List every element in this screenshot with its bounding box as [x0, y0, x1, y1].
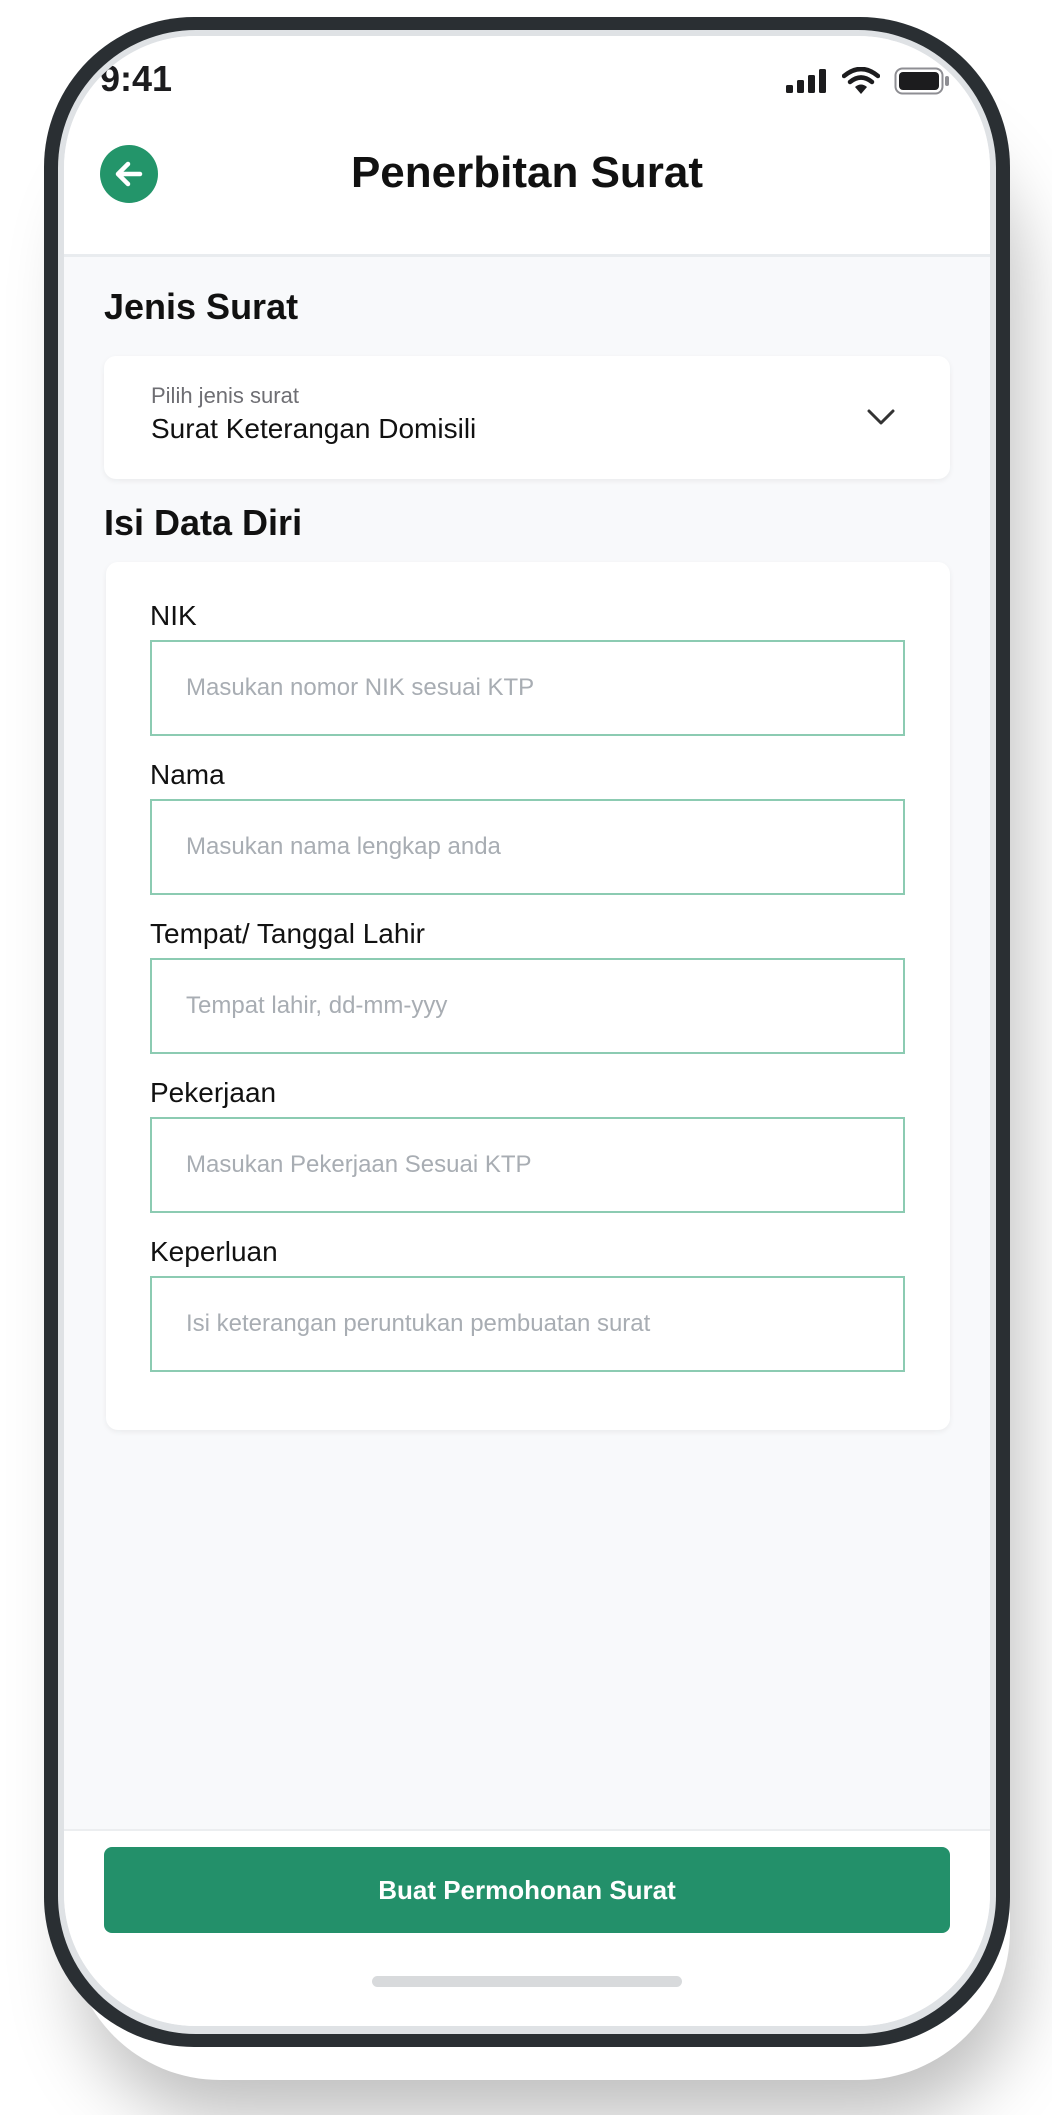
letter-type-select[interactable]: Pilih jenis surat Surat Keterangan Domis…: [104, 356, 950, 479]
pekerjaan-input[interactable]: [150, 1117, 905, 1213]
signal-icon: [786, 69, 826, 93]
phone-screen: 9:41 Penerbitan Surat Jenis Surat Pilih …: [64, 36, 990, 2026]
nik-input[interactable]: [150, 640, 905, 736]
status-time: 9:41: [100, 58, 173, 99]
status-icons: [786, 66, 950, 96]
home-indicator: [372, 1976, 682, 1987]
submit-request-button[interactable]: Buat Permohonan Surat: [104, 1847, 950, 1933]
top-bar: 9:41 Penerbitan Surat: [64, 36, 990, 257]
keperluan-input[interactable]: [150, 1276, 905, 1372]
tempat-tanggal-lahir-label: Tempat/ Tanggal Lahir: [150, 918, 425, 949]
select-value: Surat Keterangan Domisili: [151, 413, 477, 444]
pekerjaan-label: Pekerjaan: [150, 1077, 277, 1108]
tempat-tanggal-lahir-input[interactable]: [150, 958, 905, 1054]
stage: 9:41 Penerbitan Surat Jenis Surat Pilih …: [0, 0, 1052, 2115]
section-title-data-diri: Isi Data Diri: [104, 502, 303, 543]
chevron-down-icon[interactable]: [866, 408, 896, 426]
section-title-jenis-surat: Jenis Surat: [104, 286, 299, 327]
keperluan-label: Keperluan: [150, 1236, 278, 1267]
nama-label: Nama: [150, 759, 225, 790]
battery-icon: [894, 67, 949, 95]
personal-data-form: NIK Nama Tempat/ Tanggal Lahir Pekerjaan…: [106, 562, 950, 1430]
select-label: Pilih jenis surat: [151, 383, 299, 408]
page-title: Penerbitan Surat: [350, 148, 704, 197]
wifi-icon: [842, 67, 880, 94]
nik-label: NIK: [150, 600, 197, 631]
nama-input[interactable]: [150, 799, 905, 895]
